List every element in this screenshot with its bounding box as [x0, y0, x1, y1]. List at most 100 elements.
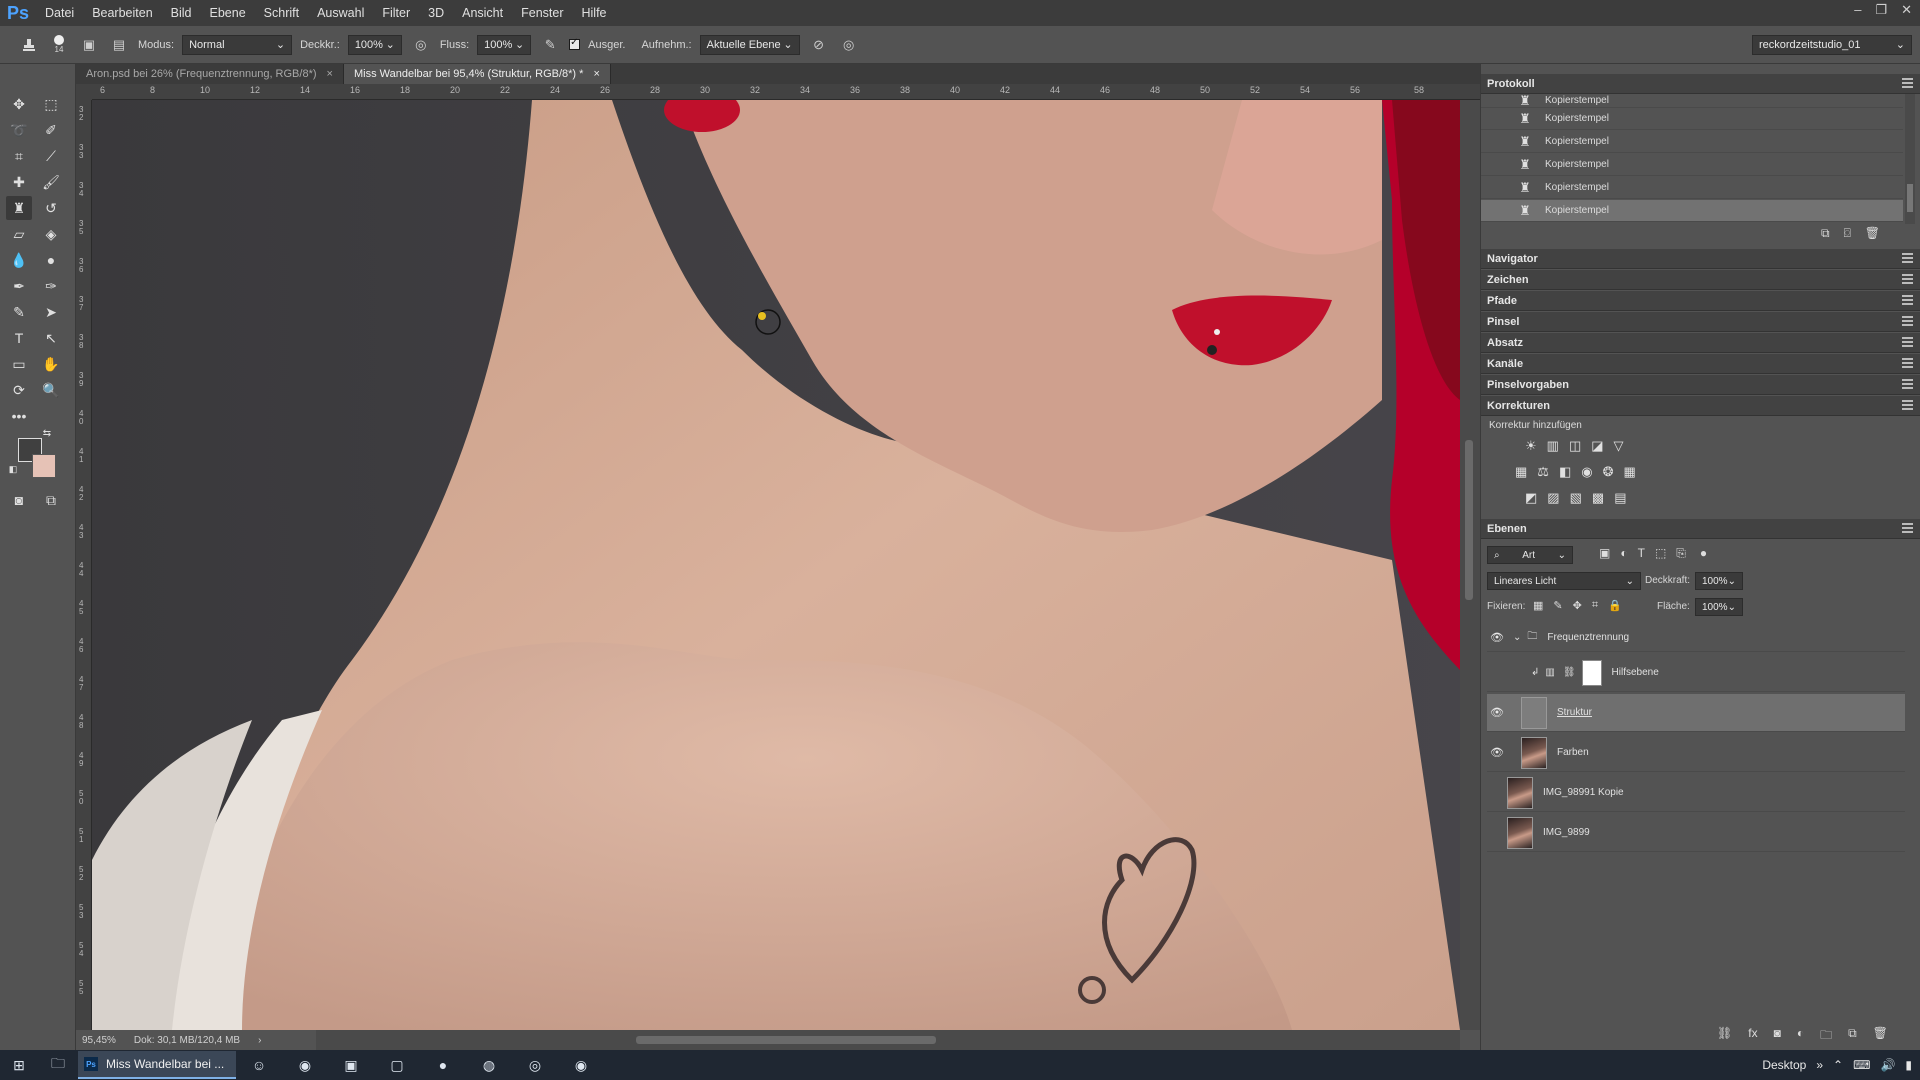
layer-farben[interactable]: 👁 Farben: [1487, 734, 1905, 772]
panel-header-absatz[interactable]: Absatz: [1481, 333, 1920, 353]
panel-header-pinsel[interactable]: Pinsel: [1481, 312, 1920, 332]
move-tool-icon[interactable]: ✥: [6, 92, 32, 116]
layer-filter-select[interactable]: ⌕ Art ⌄: [1487, 546, 1573, 564]
add-mask-icon[interactable]: ◙: [1774, 1026, 1781, 1047]
blend-mode-select[interactable]: Lineares Licht ⌄: [1487, 572, 1641, 590]
pressure-size-icon[interactable]: ◎: [838, 34, 860, 56]
healing-brush-tool-icon[interactable]: ✚: [6, 170, 32, 194]
vertical-ruler[interactable]: 3 2 3 3 3 4 3 5 3 6 3 7 3 8 3 9 4 0 4 1 …: [76, 100, 92, 1030]
dodge-tool-icon[interactable]: ●: [38, 248, 64, 272]
menu-hilfe[interactable]: Hilfe: [573, 6, 616, 20]
background-color-swatch[interactable]: [32, 454, 56, 478]
layer-group-frequenztrennung[interactable]: 👁 ⌄ 🗀 Frequenztrennung: [1487, 624, 1905, 652]
ignore-adjustment-layers-icon[interactable]: ⊘: [808, 34, 830, 56]
menu-filter[interactable]: Filter: [373, 6, 419, 20]
messenger-icon[interactable]: ◍: [466, 1050, 512, 1080]
horizontal-scrollbar-thumb[interactable]: [636, 1036, 936, 1044]
history-item[interactable]: ♜ Kopierstempel: [1481, 131, 1903, 153]
chrome-icon[interactable]: ◉: [558, 1050, 604, 1080]
photo-filter-icon[interactable]: ◉: [1581, 464, 1592, 480]
zoom-tool-icon[interactable]: 🔍: [38, 378, 64, 402]
eraser-tool-icon[interactable]: ▱: [6, 222, 32, 246]
fluss-input[interactable]: 100% ⌄: [477, 34, 532, 55]
panel-menu-icon[interactable]: [1902, 523, 1913, 533]
windows-start-icon[interactable]: ⊞: [0, 1050, 38, 1080]
layer-img-98991-kopie[interactable]: IMG_98991 Kopie: [1487, 774, 1905, 812]
trash-icon[interactable]: 🗑: [1873, 1026, 1888, 1047]
link-layers-icon[interactable]: ⛓: [1717, 1026, 1732, 1047]
panel-menu-icon[interactable]: [1902, 295, 1913, 305]
brightness-icon[interactable]: ☀: [1525, 438, 1537, 454]
clone-stamp-tool-icon[interactable]: ♜: [6, 196, 32, 220]
layer-style-fx-icon[interactable]: fx: [1748, 1026, 1757, 1047]
menu-datei[interactable]: Datei: [36, 6, 83, 20]
hue-saturation-icon[interactable]: ▦: [1515, 464, 1527, 480]
quick-selection-tool-icon[interactable]: ✐: [38, 118, 64, 142]
panel-menu-icon[interactable]: [1902, 316, 1913, 326]
ruler-origin[interactable]: [76, 84, 92, 100]
lock-all-icon[interactable]: 🔒: [1608, 599, 1622, 612]
filter-shape-layer-icon[interactable]: ⬚: [1655, 546, 1666, 561]
layer-thumbnail[interactable]: [1507, 816, 1533, 849]
clone-stamp-tool-preset-icon[interactable]: [18, 34, 40, 56]
brush-panel-toggle-icon[interactable]: ▣: [78, 34, 100, 56]
history-item[interactable]: ♜ Kopierstempel: [1481, 108, 1903, 130]
panel-header-protokoll[interactable]: Protokoll: [1481, 74, 1920, 94]
modus-select[interactable]: Normal ⌄: [182, 34, 293, 55]
firefox-icon[interactable]: ◉: [282, 1050, 328, 1080]
default-colors-icon[interactable]: ◧: [6, 462, 20, 476]
zoom-level[interactable]: 95,45%: [82, 1035, 116, 1046]
deckkraft-input[interactable]: 100% ⌄: [347, 34, 402, 55]
filter-adjustment-layer-icon[interactable]: ◐: [1620, 546, 1627, 561]
panel-menu-icon[interactable]: [1902, 358, 1913, 368]
menu-schrift[interactable]: Schrift: [255, 6, 308, 20]
lock-image-icon[interactable]: ✎: [1553, 599, 1562, 612]
horizontal-scrollbar[interactable]: [316, 1030, 1460, 1050]
app-smiley-icon[interactable]: ☺: [236, 1050, 282, 1080]
menu-auswahl[interactable]: Auswahl: [308, 6, 373, 20]
brush-size-picker[interactable]: 14: [48, 35, 70, 54]
gradient-map-icon[interactable]: ▤: [1614, 490, 1626, 506]
document-canvas[interactable]: [92, 100, 1460, 1030]
panel-header-kanaele[interactable]: Kanäle: [1481, 354, 1920, 374]
history-snapshot-toggle[interactable]: [1489, 95, 1499, 107]
vibrance-icon[interactable]: ▽: [1614, 438, 1624, 454]
new-adjustment-layer-icon[interactable]: ◐: [1797, 1026, 1804, 1047]
eye-icon[interactable]: 👁: [1487, 746, 1507, 759]
hand-tool-icon[interactable]: ✋: [38, 352, 64, 376]
layer-thumbnail[interactable]: [1521, 696, 1547, 729]
new-group-icon[interactable]: 🗀: [1820, 1026, 1832, 1047]
clone-source-panel-icon[interactable]: ▤: [108, 34, 130, 56]
curvature-pen-tool-icon[interactable]: ✎: [6, 300, 32, 324]
history-item[interactable]: ♜ Kopierstempel: [1481, 177, 1903, 199]
menu-fenster[interactable]: Fenster: [512, 6, 572, 20]
vertical-scrollbar[interactable]: [1460, 100, 1480, 1030]
layer-fill-input[interactable]: 100% ⌄: [1695, 598, 1743, 616]
panel-menu-icon[interactable]: [1902, 78, 1913, 88]
levels-icon[interactable]: ▥: [1547, 438, 1559, 454]
quick-mask-icon[interactable]: ◙: [6, 488, 32, 512]
file-explorer-icon[interactable]: 🗀: [38, 1050, 78, 1080]
panel-menu-icon[interactable]: [1902, 274, 1913, 284]
close-icon[interactable]: ×: [327, 68, 333, 80]
type-tool-icon[interactable]: T: [6, 326, 32, 350]
eye-icon[interactable]: 👁: [1487, 631, 1507, 644]
panel-header-korrekturen[interactable]: Korrekturen: [1481, 396, 1920, 416]
layer-hilfsebene[interactable]: ↲ ▥ ⛓ Hilfsebene: [1487, 654, 1905, 692]
tab-miss-wandelbar[interactable]: Miss Wandelbar bei 95,4% (Struktur, RGB/…: [343, 64, 611, 84]
history-item[interactable]: ♜ Kopierstempel: [1481, 154, 1903, 176]
eye-icon[interactable]: 👁: [1487, 706, 1507, 719]
close-button[interactable]: ✕: [1901, 2, 1912, 18]
paint-bucket-tool-icon[interactable]: ◈: [38, 222, 64, 246]
lightroom-icon[interactable]: ▢: [374, 1050, 420, 1080]
layer-mask-thumbnail[interactable]: [1581, 659, 1602, 686]
eyedropper-tool-icon[interactable]: ⟋: [38, 144, 64, 168]
lock-transparency-icon[interactable]: ▦: [1533, 599, 1543, 612]
layer-img-9899[interactable]: IMG_9899: [1487, 814, 1905, 852]
panel-header-zeichen[interactable]: Zeichen: [1481, 270, 1920, 290]
direct-selection-tool-icon[interactable]: ↖: [38, 326, 64, 350]
volume-icon[interactable]: 🔊: [1880, 1058, 1895, 1072]
lock-position-icon[interactable]: ✥: [1573, 599, 1582, 612]
snapshot-camera-icon[interactable]: ⌼: [1844, 226, 1851, 241]
history-snapshot-toggle[interactable]: [1489, 159, 1499, 171]
